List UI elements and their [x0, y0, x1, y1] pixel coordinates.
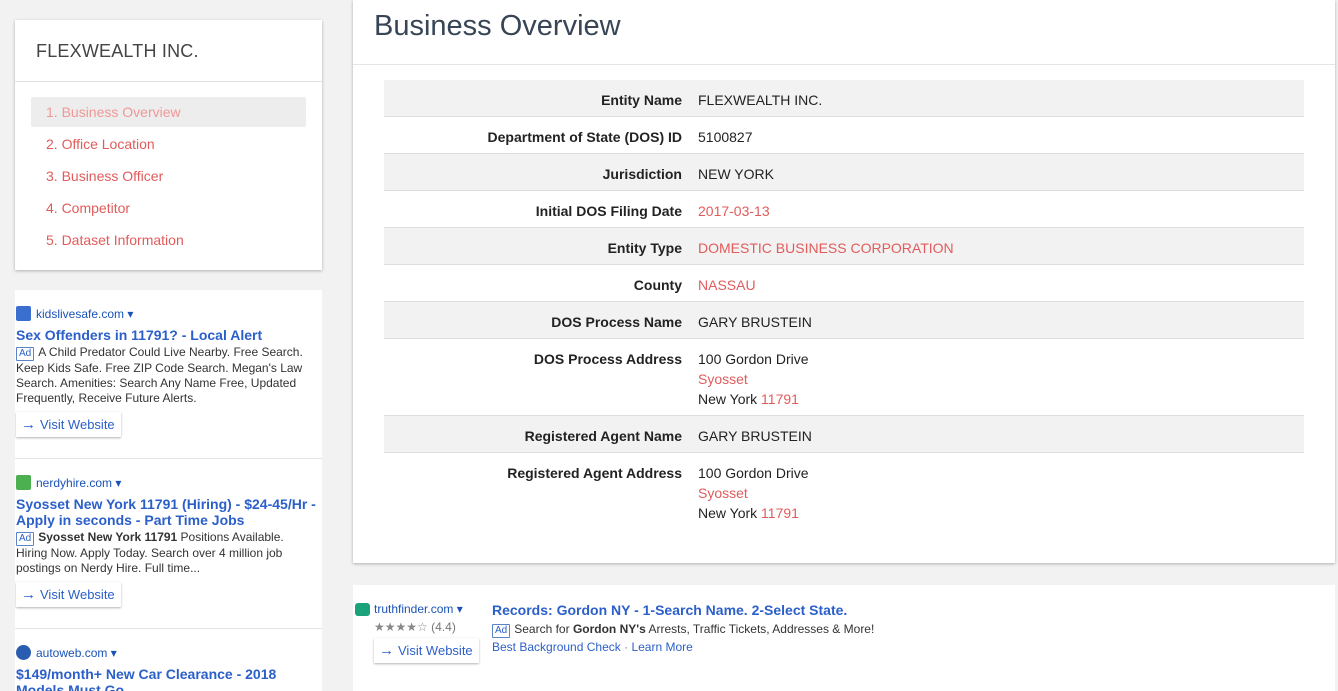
row-label: DOS Process Name	[551, 314, 682, 330]
address-value: 100 Gordon Drive Syosset New York 11791	[698, 453, 1304, 529]
ad-description-text: A Child Predator Could Live Nearby. Free…	[16, 345, 303, 405]
ad-headline[interactable]: Sex Offenders in 11791? - Local Alert	[16, 327, 322, 343]
address-state: New York	[698, 505, 758, 521]
row-label: Department of State (DOS) ID	[487, 129, 682, 145]
table-row: DOS Process Address 100 Gordon Drive Syo…	[384, 339, 1304, 416]
ad-domain[interactable]: kidslivesafe.com	[36, 307, 124, 321]
row-label: Jurisdiction	[602, 166, 682, 182]
kidslivesafe-icon	[16, 306, 31, 321]
nerdyhire-icon	[16, 475, 31, 490]
ad-desc-pre: Search for	[514, 622, 573, 636]
ad-sitelinks: Best Background Check · Learn More	[492, 640, 693, 654]
row-label: Entity Type	[607, 240, 682, 256]
visit-website-button[interactable]: → Visit Website	[374, 638, 479, 663]
row-label: Registered Agent Address	[507, 465, 682, 481]
page-title: Business Overview	[353, 0, 1335, 65]
rating: ★★★★☆ (4.4)	[374, 620, 456, 634]
table-row: Department of State (DOS) ID 5100827	[384, 117, 1304, 154]
company-title: FLEXWEALTH INC.	[15, 20, 322, 82]
ad-tag: Ad	[492, 624, 511, 638]
ad-domain-link[interactable]: autoweb.com ▾	[16, 645, 322, 660]
row-value: GARY BRUSTEIN	[698, 314, 812, 330]
ad-domain-link[interactable]: kidslivesafe.com ▾	[16, 306, 322, 321]
ad-domain-link[interactable]: nerdyhire.com ▾	[16, 475, 322, 490]
ad-description: Ad Search for Gordon NY's Arrests, Traffi…	[492, 622, 874, 638]
row-value: NEW YORK	[698, 166, 774, 182]
row-value: GARY BRUSTEIN	[698, 428, 812, 444]
address-city-link[interactable]: Syosset	[698, 371, 748, 387]
table-row: DOS Process Name GARY BRUSTEIN	[384, 302, 1304, 339]
table-of-contents: FLEXWEALTH INC. 1. Business Overview 2. …	[15, 20, 322, 270]
toc-item-business-officer[interactable]: 3. Business Officer	[31, 161, 306, 191]
rating-value: (4.4)	[431, 620, 456, 634]
toc-item-dataset-information[interactable]: 5. Dataset Information	[31, 225, 306, 255]
ad-block: nerdyhire.com ▾ Syosset New York 11791 (…	[15, 459, 322, 629]
ad-desc-post: Arrests, Traffic Tickets, Addresses & Mo…	[645, 622, 875, 636]
address-city-link[interactable]: Syosset	[698, 485, 748, 501]
ad-tag: Ad	[16, 347, 35, 361]
address-value: 100 Gordon Drive Syosset New York 11791	[698, 339, 1304, 415]
arrow-right-icon: →	[21, 586, 36, 603]
county-link[interactable]: NASSAU	[698, 277, 756, 293]
row-label: Registered Agent Name	[524, 428, 682, 444]
sitelink-best-background-check[interactable]: Best Background Check	[492, 640, 621, 654]
ad-domain-link[interactable]: truthfinder.com ▾	[355, 602, 463, 616]
ad-description-bold: Syosset New York 11791	[38, 530, 178, 544]
toc-item-business-overview[interactable]: 1. Business Overview	[31, 97, 306, 127]
row-label: Entity Name	[601, 92, 682, 108]
sitelink-separator: ·	[624, 640, 629, 654]
address-state: New York	[698, 391, 758, 407]
ad-desc-bold: Gordon NY's	[572, 622, 646, 636]
ad-block: autoweb.com ▾ $149/month+ New Car Cleara…	[15, 629, 322, 691]
ad-description: Ad A Child Predator Could Live Nearby. Fr…	[16, 345, 322, 406]
ad-domain[interactable]: truthfinder.com	[374, 602, 453, 616]
sitelink-learn-more[interactable]: Learn More	[631, 640, 692, 654]
row-value: 5100827	[698, 129, 753, 145]
table-row: Registered Agent Address 100 Gordon Driv…	[384, 453, 1304, 529]
filing-date-link[interactable]: 2017-03-13	[698, 203, 770, 219]
toc-item-office-location[interactable]: 2. Office Location	[31, 129, 306, 159]
ad-bottom: truthfinder.com ▾ ★★★★☆ (4.4) → Visit Web…	[353, 585, 1335, 691]
business-overview-card: Business Overview Entity Name FLEXWEALTH…	[353, 0, 1335, 563]
ad-tag: Ad	[16, 532, 35, 546]
toc-item-competitor[interactable]: 4. Competitor	[31, 193, 306, 223]
table-row: Entity Type DOMESTIC BUSINESS CORPORATIO…	[384, 228, 1304, 265]
overview-table: Entity Name FLEXWEALTH INC. Department o…	[384, 80, 1304, 529]
address-zip-link[interactable]: 11791	[761, 391, 799, 407]
ad-block: kidslivesafe.com ▾ Sex Offenders in 1179…	[15, 290, 322, 459]
address-street: 100 Gordon Drive	[698, 465, 809, 481]
ad-description: Ad Syosset New York 11791 Positions Avail…	[16, 530, 322, 576]
toc-list: 1. Business Overview 2. Office Location …	[15, 82, 322, 255]
visit-website-button[interactable]: → Visit Website	[16, 412, 121, 437]
arrow-right-icon: →	[379, 642, 394, 659]
visit-label: Visit Website	[40, 587, 115, 602]
address-street: 100 Gordon Drive	[698, 351, 809, 367]
ad-domain[interactable]: nerdyhire.com	[36, 476, 112, 490]
table-row: County NASSAU	[384, 265, 1304, 302]
ads-sidebar: kidslivesafe.com ▾ Sex Offenders in 1179…	[15, 290, 322, 691]
row-label: Initial DOS Filing Date	[535, 203, 682, 219]
ad-headline[interactable]: Records: Gordon NY - 1-Search Name. 2-Se…	[492, 602, 847, 618]
visit-label: Visit Website	[398, 643, 473, 658]
arrow-right-icon: →	[21, 416, 36, 433]
visit-label: Visit Website	[40, 417, 115, 432]
table-row: Registered Agent Name GARY BRUSTEIN	[384, 416, 1304, 453]
truthfinder-icon	[355, 602, 370, 616]
row-label: DOS Process Address	[533, 351, 682, 367]
table-row: Initial DOS Filing Date 2017-03-13	[384, 191, 1304, 228]
row-value: FLEXWEALTH INC.	[698, 92, 823, 108]
ad-headline[interactable]: $149/month+ New Car Clearance - 2018 Mod…	[16, 666, 322, 691]
table-row: Jurisdiction NEW YORK	[384, 154, 1304, 191]
autoweb-icon	[16, 645, 31, 660]
ad-domain[interactable]: autoweb.com	[36, 646, 107, 660]
star-rating-icon: ★★★★☆	[374, 620, 428, 634]
row-label: County	[633, 277, 682, 293]
address-zip-link[interactable]: 11791	[761, 505, 799, 521]
entity-type-link[interactable]: DOMESTIC BUSINESS CORPORATION	[698, 240, 954, 256]
visit-website-button[interactable]: → Visit Website	[16, 582, 121, 607]
table-row: Entity Name FLEXWEALTH INC.	[384, 80, 1304, 117]
ad-headline[interactable]: Syosset New York 11791 (Hiring) - $24-45…	[16, 496, 322, 528]
